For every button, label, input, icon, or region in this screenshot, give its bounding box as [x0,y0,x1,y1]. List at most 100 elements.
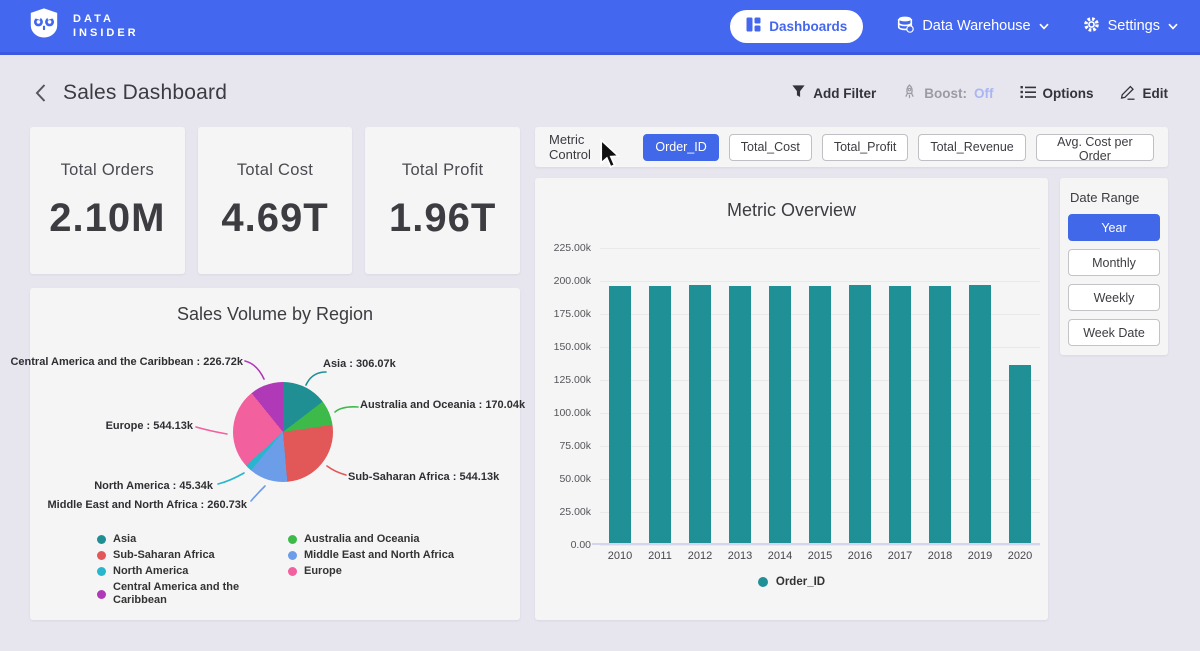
bar-2019[interactable] [969,285,991,545]
y-tick: 100.00k [535,407,591,419]
bar-2015[interactable] [809,286,831,545]
edit-button[interactable]: Edit [1120,84,1169,103]
pie-legend-item[interactable]: Middle East and North Africa [288,549,454,562]
chevron-down-icon [1168,18,1178,34]
legend-dot [97,590,106,599]
y-tick: 225.00k [535,242,591,254]
bar-chart-y-axis: 225.00k200.00k175.00k150.00k125.00k100.0… [535,248,591,545]
stat-value: 2.10M [49,196,165,241]
rocket-icon [902,84,917,103]
x-tick: 2010 [600,550,640,562]
stat-value: 4.69T [221,196,328,241]
x-tick: 2018 [920,550,960,562]
metric-control-label: Metric Control [549,132,627,162]
date-range-option-weekly[interactable]: Weekly [1068,284,1160,311]
nav-data-warehouse[interactable]: Data Warehouse [897,16,1048,37]
metric-control-bar: Metric Control Order_ID Total_Cost Total_P… [535,127,1168,167]
stat-label: Total Cost [237,161,313,180]
metric-option-total-cost[interactable]: Total_Cost [729,134,812,161]
legend-label: Sub-Saharan Africa [113,549,215,562]
options-button[interactable]: Options [1020,85,1094,102]
bar-2012[interactable] [689,285,711,545]
x-tick: 2015 [800,550,840,562]
stat-card-total-profit: Total Profit 1.96T [365,127,520,274]
x-tick: 2016 [840,550,880,562]
legend-label: Central America and the Caribbean [113,581,288,607]
back-button[interactable] [30,79,51,107]
bar-chart-title: Metric Overview [535,200,1048,221]
metric-control-options: Order_ID Total_Cost Total_Profit Total_Reve… [643,134,1154,161]
pie-legend-item[interactable]: North America [97,565,288,578]
gridline [600,545,1040,546]
date-range-option-year[interactable]: Year [1068,214,1160,241]
add-filter-button[interactable]: Add Filter [791,84,876,102]
pie-legend-column: Asia Sub-Saharan Africa North America Centr… [97,533,288,607]
bar-2013[interactable] [729,286,751,545]
pie-chart-title: Sales Volume by Region [30,304,520,325]
bar-2017[interactable] [889,286,911,545]
metric-option-total-profit[interactable]: Total_Profit [822,134,909,161]
date-range-option-monthly[interactable]: Monthly [1068,249,1160,276]
page: Sales Dashboard Add Filter Boost: Off [0,55,1200,651]
pie-label-2: Sub-Saharan Africa : 544.13k [348,471,499,483]
pie-label-6: Central America and the Caribbean : 226.… [10,356,243,368]
pie-chart[interactable] [233,382,333,482]
edit-pencil-icon [1120,84,1136,103]
bar-chart-legend: Order_ID [535,576,1048,588]
x-tick: 2020 [1000,550,1040,562]
boost-toggle[interactable]: Boost: Off [902,84,993,103]
date-range-panel: Date Range Year Monthly Weekly Week Date [1060,178,1168,355]
metric-option-order-id[interactable]: Order_ID [643,134,718,161]
x-tick: 2011 [640,550,680,562]
brand-name: DATA INSIDER [73,12,139,40]
x-tick: 2012 [680,550,720,562]
database-icon [897,16,914,37]
legend-dot [288,551,297,560]
legend-label: Australia and Oceania [304,533,420,546]
metric-overview-card: Metric Overview 225.00k200.00k175.00k150… [535,178,1048,620]
legend-label: North America [113,565,188,578]
legend-label: Europe [304,565,342,578]
options-list-icon [1020,85,1036,102]
date-range-option-week-date[interactable]: Week Date [1068,319,1160,346]
legend-dot [288,535,297,544]
pie-legend-item[interactable]: Australia and Oceania [288,533,454,546]
page-header: Sales Dashboard Add Filter Boost: Off [30,75,1168,111]
nav-dashboards-button[interactable]: Dashboards [730,10,863,43]
legend-dot [97,567,106,576]
pie-label-1: Australia and Oceania : 170.04k [360,399,525,411]
metric-option-avg-cost-per-order[interactable]: Avg. Cost per Order [1036,134,1154,161]
stat-card-total-cost: Total Cost 4.69T [198,127,353,274]
pie-legend-item[interactable]: Central America and the Caribbean [97,581,288,607]
y-tick: 0.00 [535,539,591,551]
pie-legend-item[interactable]: Asia [97,533,288,546]
pie-legend-item[interactable]: Sub-Saharan Africa [97,549,288,562]
legend-dot [758,577,768,587]
y-tick: 175.00k [535,308,591,320]
bar-2020[interactable] [1009,365,1031,545]
stat-label: Total Orders [61,161,154,180]
stat-label: Total Profit [402,161,484,180]
bars [600,248,1040,545]
filter-icon [791,84,806,102]
bar-2014[interactable] [769,286,791,545]
bar-2010[interactable] [609,286,631,545]
legend-dot [97,551,106,560]
bar-2011[interactable] [649,286,671,545]
nav-settings[interactable]: Settings [1083,16,1178,37]
x-axis-line [592,543,1040,545]
date-range-label: Date Range [1070,190,1160,205]
bar-2016[interactable] [849,285,871,545]
pie-label-5: Europe : 544.13k [106,420,193,432]
y-tick: 200.00k [535,275,591,287]
y-tick: 125.00k [535,374,591,386]
metric-option-total-revenue[interactable]: Total_Revenue [918,134,1025,161]
legend-label: Order_ID [776,576,825,588]
legend-label: Middle East and North Africa [304,549,454,562]
pie-legend-item[interactable]: Europe [288,565,454,578]
boost-status: Off [974,86,994,101]
bar-2018[interactable] [929,286,951,545]
y-tick: 50.00k [535,473,591,485]
x-tick: 2014 [760,550,800,562]
y-tick: 25.00k [535,506,591,518]
